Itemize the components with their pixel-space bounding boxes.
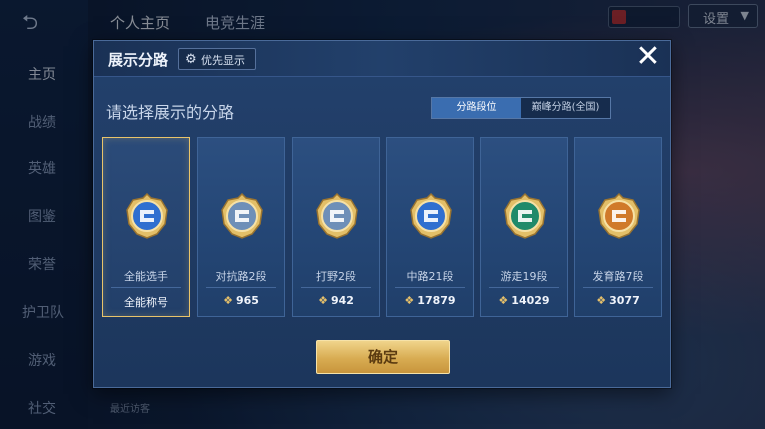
lane-card-name: 发育路7段 (592, 270, 644, 283)
lane-card[interactable]: 发育路7段 ❖ 3077 (574, 137, 662, 317)
lane-card[interactable]: 对抗路2段 ❖ 965 (197, 137, 285, 317)
divider (111, 287, 181, 288)
lane-score: 965 (235, 294, 259, 307)
roam-emblem-icon (501, 192, 549, 240)
lane-mode-toggle: 分路段位 巅峰分路(全国) (431, 97, 611, 119)
lane-card[interactable]: 打野2段 ❖ 942 (292, 137, 380, 317)
dialog-title: 展示分路 (108, 51, 169, 69)
divider (301, 287, 371, 288)
divider (395, 287, 465, 288)
lane-card-name: 游走19段 (500, 270, 548, 283)
dialog-subtitle: 请选择展示的分路 (106, 103, 235, 122)
jungle-emblem-icon (313, 192, 361, 240)
all-rounder-emblem-icon (123, 192, 171, 240)
lane-card-name: 全能选手 (124, 270, 168, 283)
mid-lane-emblem-icon (407, 192, 455, 240)
lane-card-name: 对抗路2段 (215, 270, 267, 283)
lane-card[interactable]: 游走19段 ❖ 14029 (480, 137, 568, 317)
confirm-button[interactable]: 确定 (316, 340, 450, 374)
points-icon: ❖ (498, 294, 509, 307)
lane-card[interactable]: 中路21段 ❖ 17879 (386, 137, 474, 317)
priority-display-button[interactable]: ⚙ 优先显示 (178, 48, 256, 70)
close-icon[interactable]: ✕ (631, 41, 665, 75)
divider (489, 287, 559, 288)
points-icon: ❖ (223, 294, 233, 307)
lane-card-footer: ❖ 942 (293, 294, 379, 307)
segment-lane-rank[interactable]: 分路段位 (432, 98, 521, 118)
lane-score: 14029 (511, 294, 550, 307)
divider (583, 287, 653, 288)
priority-display-label: 优先显示 (201, 54, 245, 67)
lane-display-dialog: 展示分路 ⚙ 优先显示 ✕ 请选择展示的分路 分路段位 巅峰分路(全国) 全能选… (93, 40, 671, 388)
gear-icon: ⚙ (185, 52, 197, 67)
points-icon: ❖ (596, 294, 607, 307)
points-icon: ❖ (404, 294, 415, 307)
lane-card-footer: 全能称号 (103, 294, 189, 310)
points-icon: ❖ (318, 294, 328, 307)
lane-card-footer: ❖ 965 (198, 294, 284, 307)
lane-cards: 全能选手 全能称号 对抗路2段 ❖ 965 打野2段 ❖ 942 中路21段 ❖ 17879 游走19… (102, 137, 664, 317)
farm-lane-emblem-icon (595, 192, 643, 240)
lane-title: 全能称号 (124, 296, 168, 309)
dialog-header: 展示分路 ⚙ 优先显示 ✕ (94, 41, 670, 77)
clash-lane-emblem-icon (218, 192, 266, 240)
lane-score: 17879 (417, 294, 456, 307)
lane-card[interactable]: 全能选手 全能称号 (102, 137, 190, 317)
divider (206, 287, 276, 288)
segment-peak-lane-national[interactable]: 巅峰分路(全国) (521, 98, 610, 118)
lane-card-footer: ❖ 3077 (575, 294, 661, 307)
lane-card-footer: ❖ 17879 (387, 294, 473, 307)
lane-card-footer: ❖ 14029 (481, 294, 567, 307)
lane-card-name: 打野2段 (316, 270, 356, 283)
lane-card-name: 中路21段 (406, 270, 454, 283)
lane-score: 3077 (609, 294, 640, 307)
lane-score: 942 (330, 294, 354, 307)
